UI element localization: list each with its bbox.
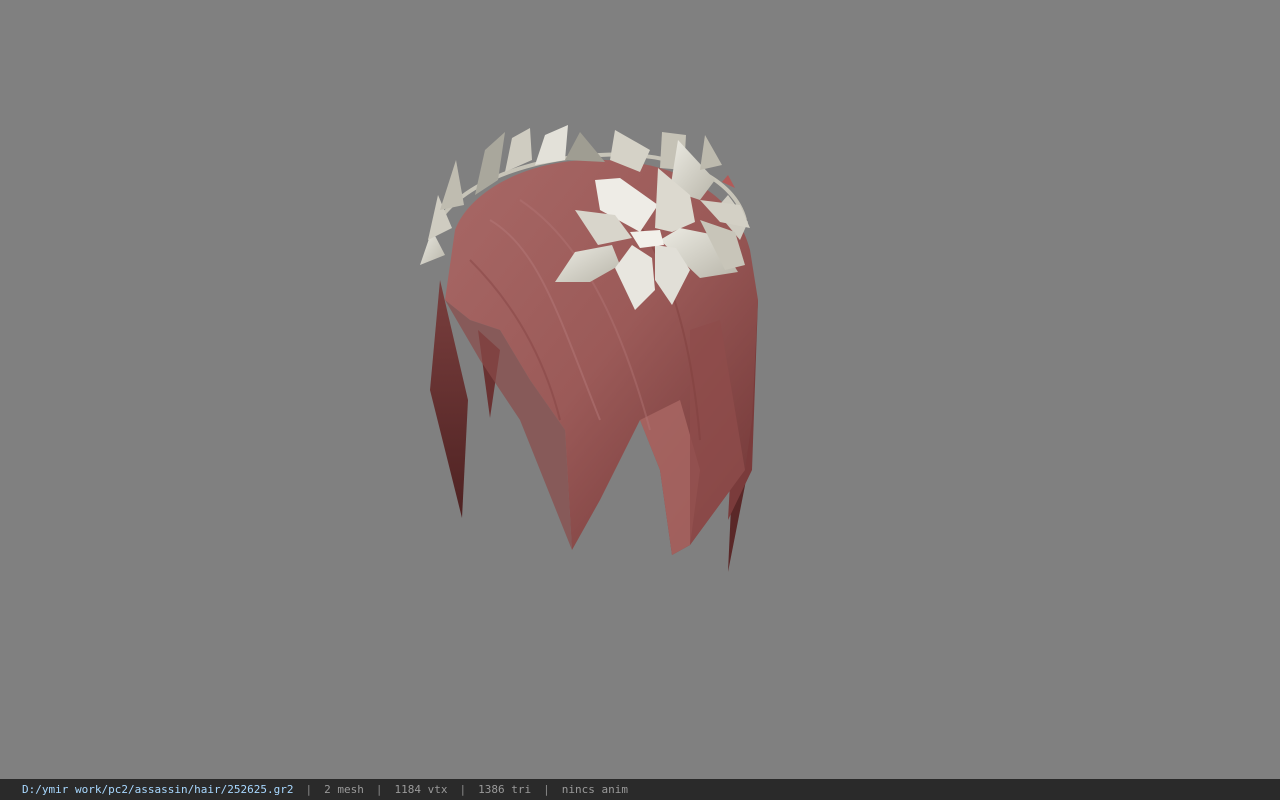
3d-viewport[interactable] [0,0,1280,779]
separator: | [459,783,467,796]
vertex-count: 1184 vtx [394,783,448,796]
file-path: D:/ymir work/pc2/assassin/hair/252625.gr… [22,783,294,796]
hair-model-icon [420,125,758,572]
triangle-count: 1386 tri [478,783,532,796]
separator: | [305,783,313,796]
separator: | [375,783,383,796]
anim-status: nincs anim [561,783,628,796]
separator: | [543,783,550,796]
status-bar: D:/ymir work/pc2/assassin/hair/252625.gr… [0,779,1280,800]
mesh-count: 2 mesh [324,783,364,796]
